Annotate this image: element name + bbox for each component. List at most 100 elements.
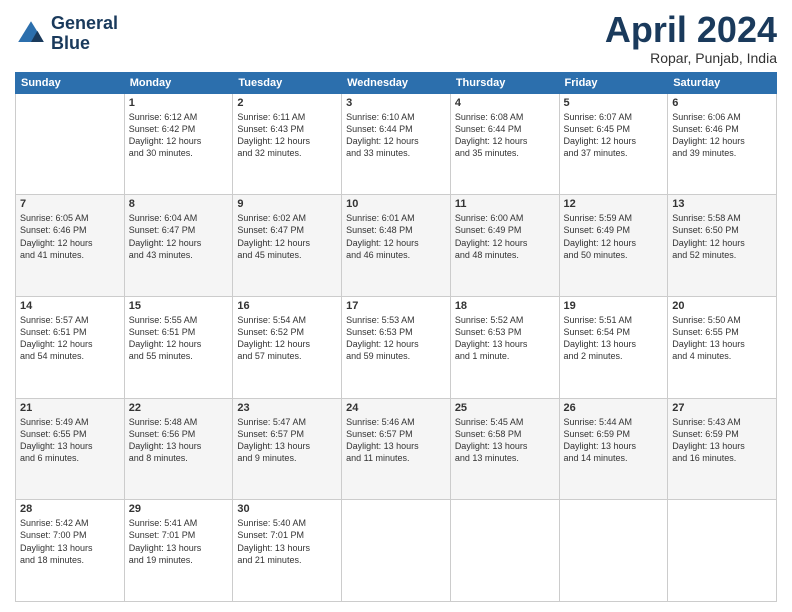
calendar-cell: 14 Sunrise: 5:57 AMSunset: 6:51 PMDayligh… bbox=[16, 296, 125, 398]
calendar-cell bbox=[16, 93, 125, 195]
logo-line2: Blue bbox=[51, 34, 118, 54]
calendar-cell: 6 Sunrise: 6:06 AMSunset: 6:46 PMDaylight… bbox=[668, 93, 777, 195]
weekday-header: Wednesday bbox=[342, 72, 451, 93]
logo-icon bbox=[15, 18, 47, 50]
calendar-cell: 2Sunrise: 6:11 AMSunset: 6:43 PMDaylight… bbox=[233, 93, 342, 195]
calendar-cell: 11 Sunrise: 6:00 AMSunset: 6:49 PMDayligh… bbox=[450, 195, 559, 297]
day-number: 27 bbox=[672, 402, 772, 414]
day-number: 24 bbox=[346, 402, 446, 414]
day-number: 13 bbox=[672, 198, 772, 210]
calendar-cell: 3 Sunrise: 6:10 AMSunset: 6:44 PMDaylight… bbox=[342, 93, 451, 195]
calendar-cell: 9 Sunrise: 6:02 AMSunset: 6:47 PMDaylight… bbox=[233, 195, 342, 297]
day-number: 11 bbox=[455, 198, 555, 210]
day-number: 16 bbox=[237, 300, 337, 312]
day-info: Sunrise: 5:41 AMSunset: 7:01 PMDaylight:… bbox=[129, 517, 229, 566]
weekday-header: Saturday bbox=[668, 72, 777, 93]
day-number: 14 bbox=[20, 300, 120, 312]
calendar-cell: 19 Sunrise: 5:51 AMSunset: 6:54 PMDayligh… bbox=[559, 296, 668, 398]
day-number: 6 bbox=[672, 97, 772, 109]
day-info: Sunrise: 6:07 AMSunset: 6:45 PMDaylight:… bbox=[564, 111, 664, 160]
calendar-cell: 26 Sunrise: 5:44 AMSunset: 6:59 PMDayligh… bbox=[559, 398, 668, 500]
day-info: Sunrise: 5:48 AMSunset: 6:56 PMDaylight:… bbox=[129, 416, 229, 465]
page: General Blue April 2024 Ropar, Punjab, I… bbox=[0, 0, 792, 612]
day-info: Sunrise: 5:46 AMSunset: 6:57 PMDaylight:… bbox=[346, 416, 446, 465]
logo-line1: General bbox=[51, 14, 118, 34]
calendar-cell bbox=[342, 500, 451, 602]
weekday-header: Monday bbox=[124, 72, 233, 93]
calendar-cell bbox=[450, 500, 559, 602]
day-number: 29 bbox=[129, 503, 229, 515]
day-info: Sunrise: 6:04 AMSunset: 6:47 PMDaylight:… bbox=[129, 212, 229, 261]
location: Ropar, Punjab, India bbox=[605, 50, 777, 66]
weekday-header: Sunday bbox=[16, 72, 125, 93]
header: General Blue April 2024 Ropar, Punjab, I… bbox=[15, 10, 777, 66]
day-info: Sunrise: 5:59 AMSunset: 6:49 PMDaylight:… bbox=[564, 212, 664, 261]
calendar-cell: 23 Sunrise: 5:47 AMSunset: 6:57 PMDayligh… bbox=[233, 398, 342, 500]
day-number: 3 bbox=[346, 97, 446, 109]
day-info: Sunrise: 6:10 AMSunset: 6:44 PMDaylight:… bbox=[346, 111, 446, 160]
day-info: Sunrise: 5:55 AMSunset: 6:51 PMDaylight:… bbox=[129, 314, 229, 363]
calendar-table: SundayMondayTuesdayWednesdayThursdayFrid… bbox=[15, 72, 777, 602]
day-info: Sunrise: 5:58 AMSunset: 6:50 PMDaylight:… bbox=[672, 212, 772, 261]
day-info: Sunrise: 6:00 AMSunset: 6:49 PMDaylight:… bbox=[455, 212, 555, 261]
calendar-cell: 24 Sunrise: 5:46 AMSunset: 6:57 PMDayligh… bbox=[342, 398, 451, 500]
month-title: April 2024 bbox=[605, 10, 777, 50]
title-block: April 2024 Ropar, Punjab, India bbox=[605, 10, 777, 66]
day-info: Sunrise: 6:06 AMSunset: 6:46 PMDaylight:… bbox=[672, 111, 772, 160]
day-number: 15 bbox=[129, 300, 229, 312]
day-info: Sunrise: 5:54 AMSunset: 6:52 PMDaylight:… bbox=[237, 314, 337, 363]
day-info: Sunrise: 6:02 AMSunset: 6:47 PMDaylight:… bbox=[237, 212, 337, 261]
calendar-cell: 10 Sunrise: 6:01 AMSunset: 6:48 PMDayligh… bbox=[342, 195, 451, 297]
day-number: 23 bbox=[237, 402, 337, 414]
day-info: Sunrise: 5:50 AMSunset: 6:55 PMDaylight:… bbox=[672, 314, 772, 363]
day-info: Sunrise: 6:01 AMSunset: 6:48 PMDaylight:… bbox=[346, 212, 446, 261]
calendar-cell: 27 Sunrise: 5:43 AMSunset: 6:59 PMDayligh… bbox=[668, 398, 777, 500]
day-number: 26 bbox=[564, 402, 664, 414]
calendar-cell: 4Sunrise: 6:08 AMSunset: 6:44 PMDaylight… bbox=[450, 93, 559, 195]
day-info: Sunrise: 5:52 AMSunset: 6:53 PMDaylight:… bbox=[455, 314, 555, 363]
day-number: 1 bbox=[129, 97, 229, 109]
day-info: Sunrise: 6:08 AMSunset: 6:44 PMDaylight:… bbox=[455, 111, 555, 160]
calendar-cell bbox=[668, 500, 777, 602]
day-info: Sunrise: 5:53 AMSunset: 6:53 PMDaylight:… bbox=[346, 314, 446, 363]
logo: General Blue bbox=[15, 14, 118, 54]
calendar-cell: 1 Sunrise: 6:12 AMSunset: 6:42 PMDaylight… bbox=[124, 93, 233, 195]
weekday-header: Thursday bbox=[450, 72, 559, 93]
calendar-cell: 17 Sunrise: 5:53 AMSunset: 6:53 PMDayligh… bbox=[342, 296, 451, 398]
day-info: Sunrise: 5:42 AMSunset: 7:00 PMDaylight:… bbox=[20, 517, 120, 566]
calendar-cell: 18Sunrise: 5:52 AMSunset: 6:53 PMDayligh… bbox=[450, 296, 559, 398]
day-info: Sunrise: 5:51 AMSunset: 6:54 PMDaylight:… bbox=[564, 314, 664, 363]
day-number: 10 bbox=[346, 198, 446, 210]
calendar-cell: 25 Sunrise: 5:45 AMSunset: 6:58 PMDayligh… bbox=[450, 398, 559, 500]
day-info: Sunrise: 5:57 AMSunset: 6:51 PMDaylight:… bbox=[20, 314, 120, 363]
day-info: Sunrise: 5:44 AMSunset: 6:59 PMDaylight:… bbox=[564, 416, 664, 465]
calendar-cell: 20 Sunrise: 5:50 AMSunset: 6:55 PMDayligh… bbox=[668, 296, 777, 398]
day-number: 30 bbox=[237, 503, 337, 515]
calendar-cell: 5 Sunrise: 6:07 AMSunset: 6:45 PMDaylight… bbox=[559, 93, 668, 195]
day-info: Sunrise: 5:47 AMSunset: 6:57 PMDaylight:… bbox=[237, 416, 337, 465]
day-info: Sunrise: 6:05 AMSunset: 6:46 PMDaylight:… bbox=[20, 212, 120, 261]
day-number: 25 bbox=[455, 402, 555, 414]
calendar-cell: 7Sunrise: 6:05 AMSunset: 6:46 PMDaylight… bbox=[16, 195, 125, 297]
day-info: Sunrise: 6:12 AMSunset: 6:42 PMDaylight:… bbox=[129, 111, 229, 160]
day-number: 5 bbox=[564, 97, 664, 109]
calendar-cell: 12Sunrise: 5:59 AMSunset: 6:49 PMDayligh… bbox=[559, 195, 668, 297]
day-number: 19 bbox=[564, 300, 664, 312]
calendar-cell: 8Sunrise: 6:04 AMSunset: 6:47 PMDaylight… bbox=[124, 195, 233, 297]
calendar-cell: 30Sunrise: 5:40 AMSunset: 7:01 PMDayligh… bbox=[233, 500, 342, 602]
calendar-cell: 28 Sunrise: 5:42 AMSunset: 7:00 PMDayligh… bbox=[16, 500, 125, 602]
weekday-header: Friday bbox=[559, 72, 668, 93]
day-number: 28 bbox=[20, 503, 120, 515]
calendar-cell: 16 Sunrise: 5:54 AMSunset: 6:52 PMDayligh… bbox=[233, 296, 342, 398]
day-number: 20 bbox=[672, 300, 772, 312]
day-info: Sunrise: 5:43 AMSunset: 6:59 PMDaylight:… bbox=[672, 416, 772, 465]
day-info: Sunrise: 5:49 AMSunset: 6:55 PMDaylight:… bbox=[20, 416, 120, 465]
day-number: 17 bbox=[346, 300, 446, 312]
day-number: 9 bbox=[237, 198, 337, 210]
day-info: Sunrise: 6:11 AMSunset: 6:43 PMDaylight:… bbox=[237, 111, 337, 160]
weekday-header: Tuesday bbox=[233, 72, 342, 93]
day-number: 21 bbox=[20, 402, 120, 414]
day-info: Sunrise: 5:45 AMSunset: 6:58 PMDaylight:… bbox=[455, 416, 555, 465]
calendar-cell: 22Sunrise: 5:48 AMSunset: 6:56 PMDayligh… bbox=[124, 398, 233, 500]
calendar-cell: 15 Sunrise: 5:55 AMSunset: 6:51 PMDayligh… bbox=[124, 296, 233, 398]
